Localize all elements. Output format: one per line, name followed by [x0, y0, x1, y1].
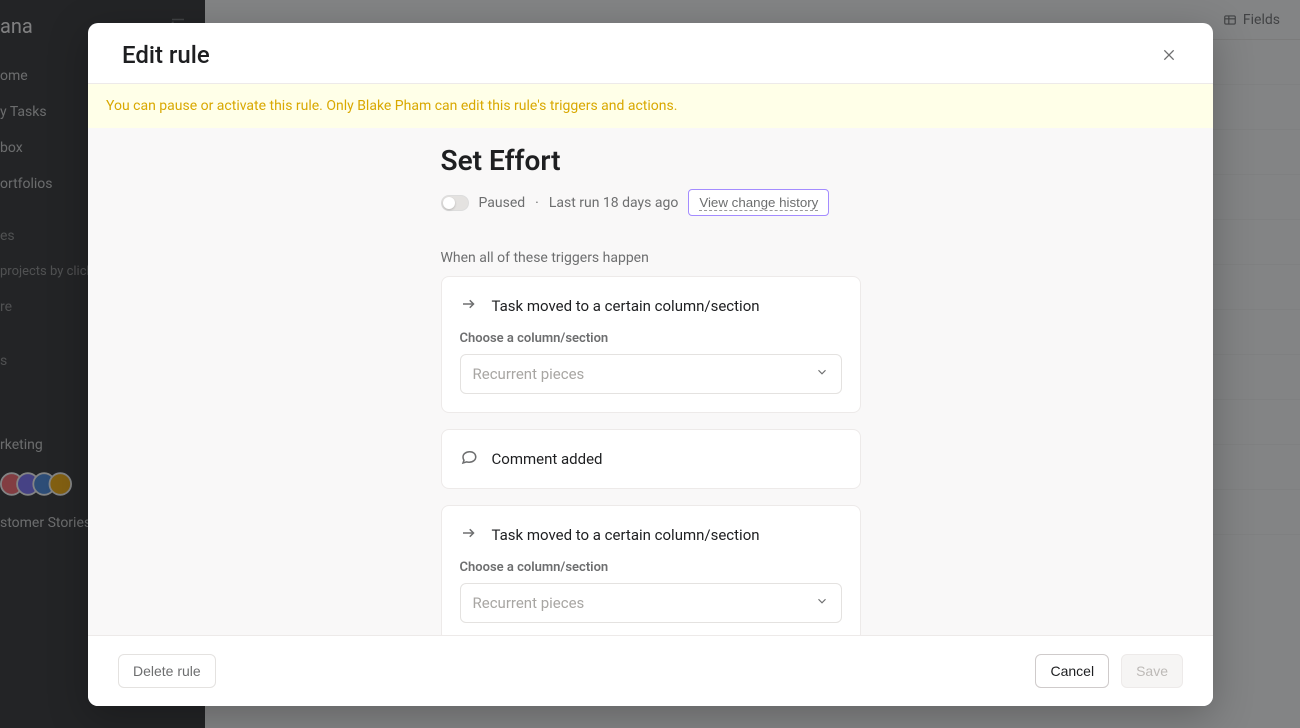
rule-name: Set Effort	[441, 144, 861, 177]
trigger-card[interactable]: Task moved to a certain column/section C…	[441, 505, 861, 635]
modal-header: Edit rule	[88, 23, 1213, 84]
pause-toggle[interactable]	[441, 195, 469, 211]
paused-label: Paused	[479, 195, 526, 211]
field-label: Choose a column/section	[460, 560, 842, 575]
arrow-right-icon	[460, 524, 478, 546]
modal-title: Edit rule	[122, 41, 210, 69]
permission-banner: You can pause or activate this rule. Onl…	[88, 84, 1213, 128]
cancel-button[interactable]: Cancel	[1035, 654, 1109, 688]
section-select[interactable]: Recurrent pieces	[460, 583, 842, 623]
rule-status-row: Paused · Last run 18 days ago View chang…	[441, 189, 861, 216]
edit-rule-modal: Edit rule You can pause or activate this…	[88, 23, 1213, 706]
arrow-right-icon	[460, 295, 478, 317]
view-history-button[interactable]: View change history	[688, 189, 829, 216]
trigger-title: Comment added	[492, 450, 603, 468]
chevron-down-icon	[815, 365, 829, 383]
trigger-card[interactable]: Comment added	[441, 429, 861, 489]
trigger-card[interactable]: Task moved to a certain column/section C…	[441, 276, 861, 413]
modal-footer: Delete rule Cancel Save	[88, 635, 1213, 706]
select-value: Recurrent pieces	[473, 594, 585, 612]
last-run-label: Last run 18 days ago	[549, 195, 679, 211]
trigger-title: Task moved to a certain column/section	[492, 297, 760, 315]
close-button[interactable]	[1155, 41, 1183, 69]
trigger-title: Task moved to a certain column/section	[492, 526, 760, 544]
select-value: Recurrent pieces	[473, 365, 585, 383]
section-select[interactable]: Recurrent pieces	[460, 354, 842, 394]
chevron-down-icon	[815, 594, 829, 612]
triggers-section-label: When all of these triggers happen	[441, 250, 861, 266]
save-button[interactable]: Save	[1121, 654, 1183, 688]
delete-rule-button[interactable]: Delete rule	[118, 654, 216, 688]
field-label: Choose a column/section	[460, 331, 842, 346]
modal-body: Set Effort Paused · Last run 18 days ago…	[88, 128, 1213, 635]
comment-icon	[460, 448, 478, 470]
